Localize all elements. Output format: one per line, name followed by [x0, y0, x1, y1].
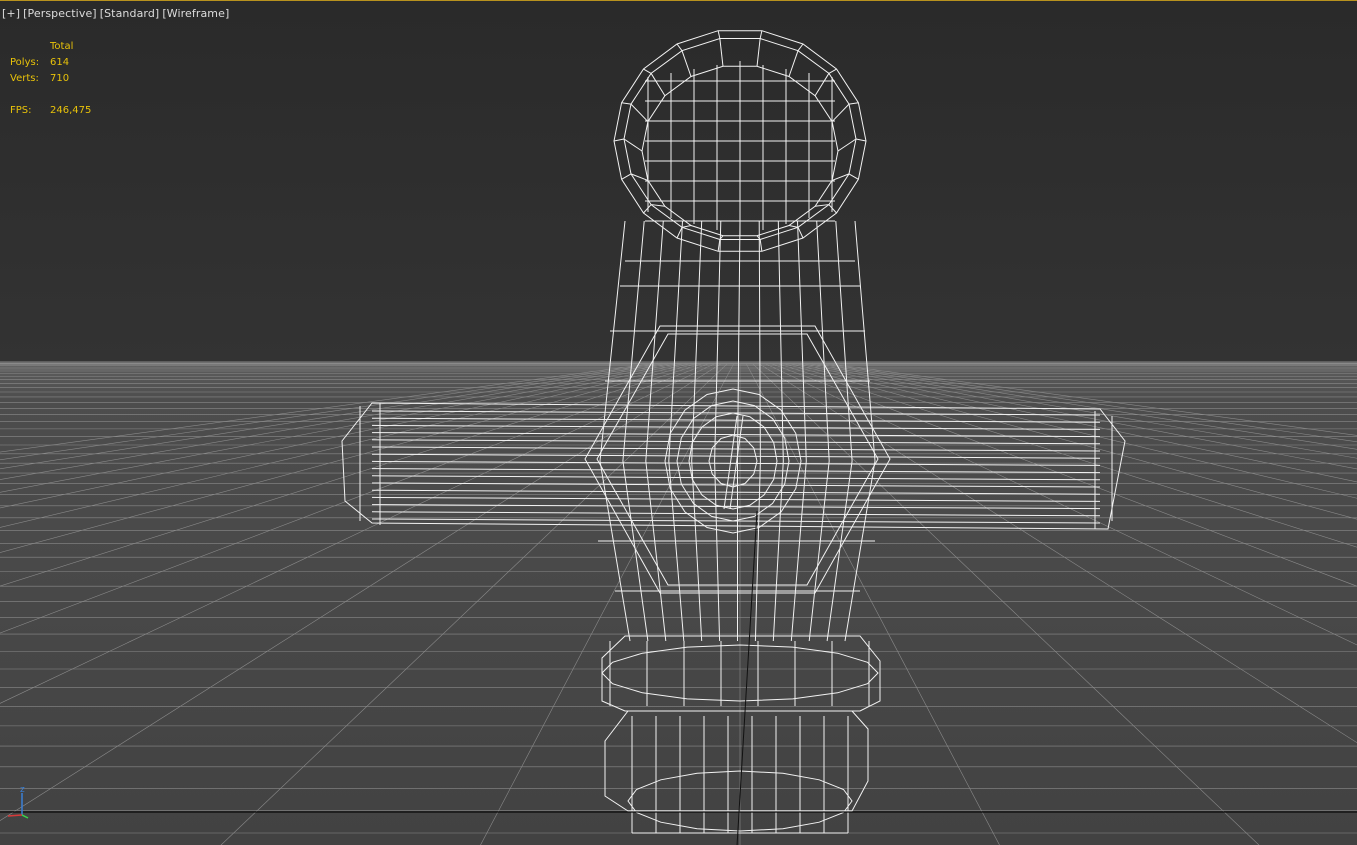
stats-header: Total — [50, 41, 74, 52]
polys-label: Polys: — [10, 57, 40, 68]
viewport-perspective-menu[interactable]: [Perspective] — [23, 7, 97, 20]
viewport-scene[interactable] — [0, 1, 1357, 845]
viewport-label-menu: [+] [Perspective] [Standard] [Wireframe] — [2, 7, 232, 20]
ground-plane — [0, 361, 1357, 845]
verts-label: Verts: — [10, 73, 39, 84]
polys-value: 614 — [50, 57, 70, 68]
statistics-overlay: Total Polys: 614 Verts: 710 FPS: 246,475 — [10, 39, 91, 119]
fps-value: 246,475 — [50, 105, 92, 116]
verts-value: 710 — [50, 73, 70, 84]
viewport-standard-menu[interactable]: [Standard] — [100, 7, 160, 20]
perspective-viewport[interactable]: [+] [Perspective] [Standard] [Wireframe] To… — [0, 0, 1357, 845]
viewport-plus-menu[interactable]: [+] — [2, 7, 20, 20]
fps-label: FPS: — [10, 105, 32, 116]
viewport-wireframe-menu[interactable]: [Wireframe] — [162, 7, 229, 20]
axis-z-label: z — [20, 785, 25, 795]
gizmo-axis-icon: z — [4, 783, 34, 827]
